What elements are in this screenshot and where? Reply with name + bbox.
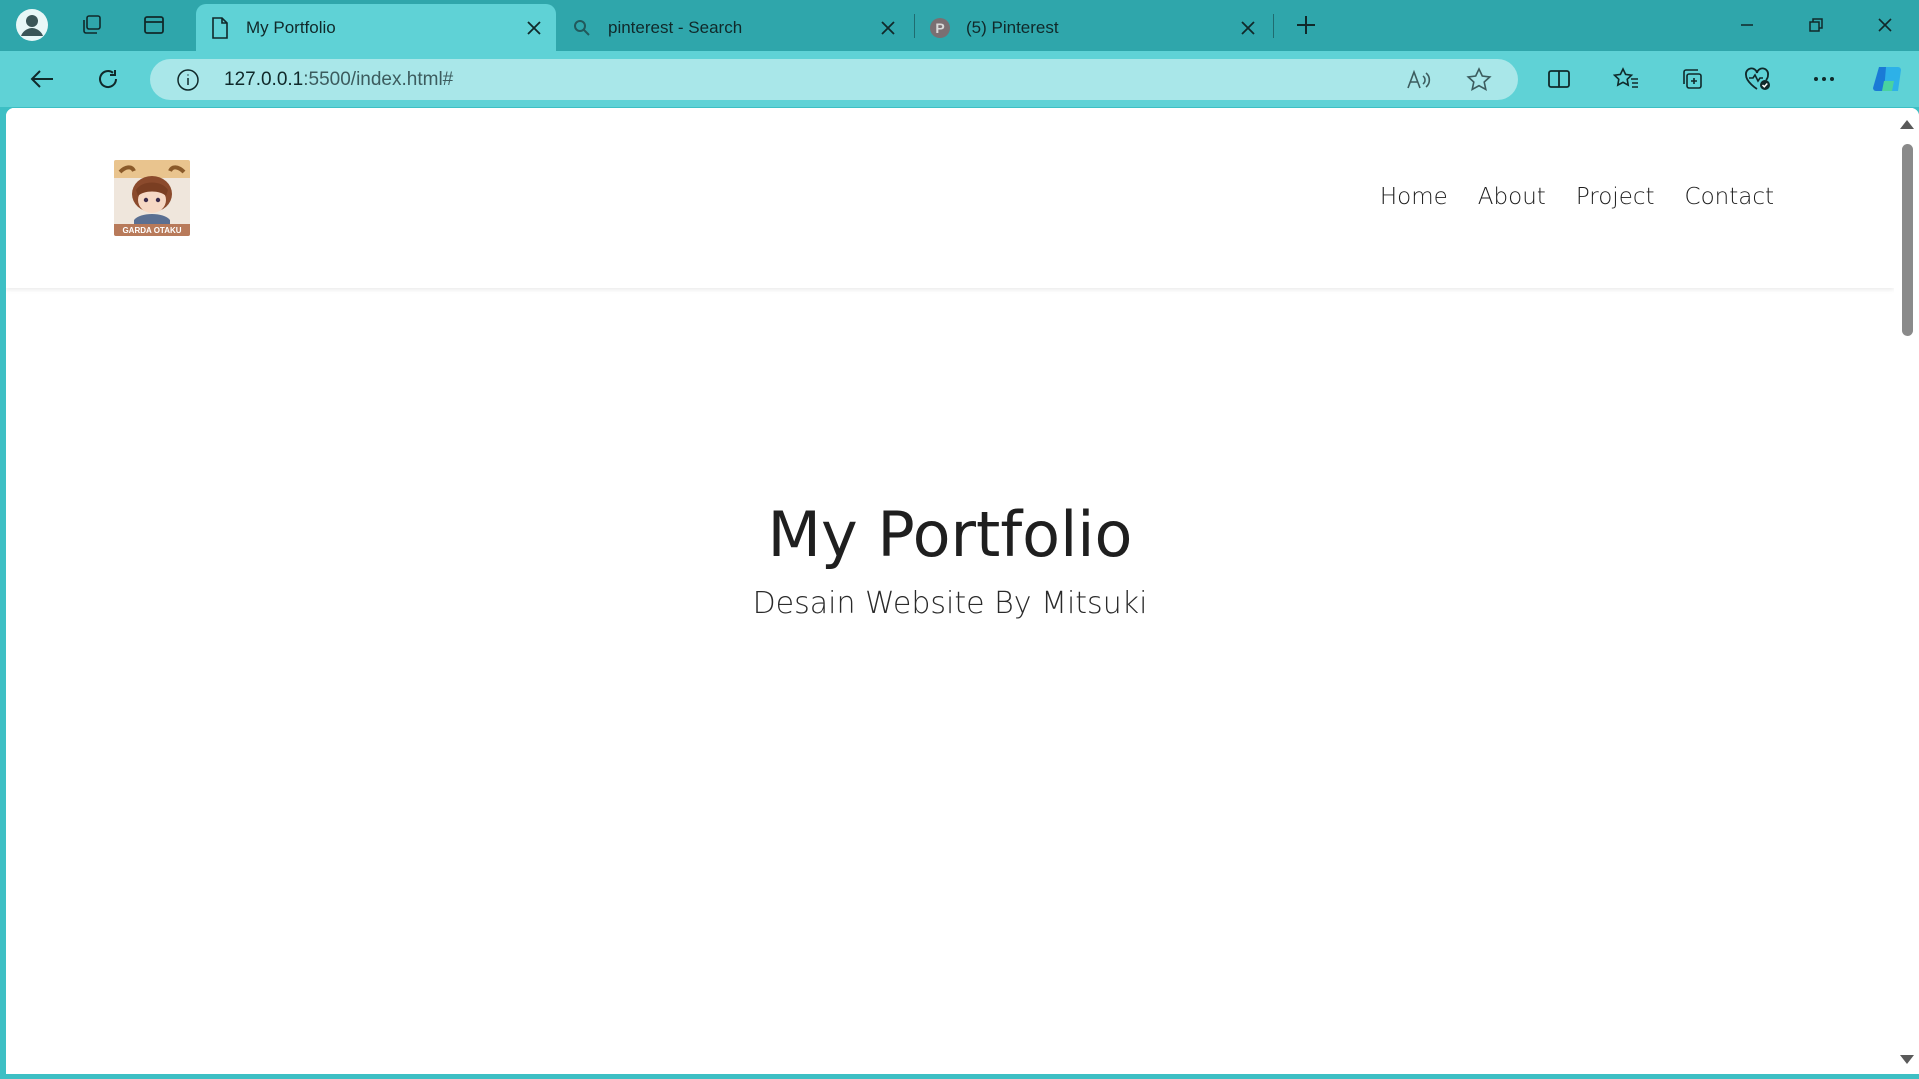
hero-subtitle: Desain Website By Mitsuki: [752, 586, 1148, 621]
scroll-down-arrow-icon[interactable]: [1900, 1055, 1914, 1064]
favorite-star-icon[interactable]: [1466, 67, 1492, 98]
split-screen-icon[interactable]: [1539, 59, 1579, 99]
tab-strip: My Portfolio pinterest - Search P (5) Pi…: [0, 0, 1919, 51]
read-aloud-icon[interactable]: [1406, 68, 1432, 97]
url-text[interactable]: 127.0.0.1:5500/index.html#: [224, 69, 453, 91]
nav-project[interactable]: Project: [1576, 184, 1655, 210]
address-bar[interactable]: 127.0.0.1:5500/index.html#: [150, 59, 1518, 100]
profile-icon[interactable]: [14, 8, 50, 42]
back-icon[interactable]: [22, 59, 62, 99]
workspaces-icon[interactable]: [74, 8, 110, 42]
svg-text:P: P: [935, 20, 944, 36]
new-tab-icon[interactable]: [1288, 8, 1324, 42]
url-path: :5500/index.html#: [303, 69, 454, 90]
site-header: GARDA OTAKU Home About Project Contact: [6, 108, 1894, 288]
copilot-icon[interactable]: [1868, 59, 1908, 99]
page-icon: [208, 16, 232, 40]
hero-title: My Portfolio: [767, 498, 1133, 571]
tab-pinterest-search[interactable]: pinterest - Search: [558, 4, 910, 51]
tab-title: My Portfolio: [246, 17, 336, 37]
tab-actions-icon[interactable]: [136, 8, 172, 42]
pinterest-icon: P: [928, 16, 952, 40]
page-viewport: GARDA OTAKU Home About Project Contact M…: [6, 108, 1919, 1074]
search-icon: [570, 16, 594, 40]
nav-home[interactable]: Home: [1380, 184, 1448, 210]
url-host: 127.0.0.1: [224, 69, 304, 90]
browser-toolbar: 127.0.0.1:5500/index.html#: [0, 51, 1919, 107]
collections-icon[interactable]: [1672, 59, 1712, 99]
site-info-icon[interactable]: [176, 68, 200, 97]
vertical-scrollbar[interactable]: [1894, 108, 1919, 1074]
restore-icon[interactable]: [1793, 8, 1839, 42]
tab-separator: [1273, 14, 1274, 38]
tab-title: pinterest - Search: [608, 17, 743, 37]
logo-text: GARDA OTAKU: [122, 226, 181, 235]
tab-pinterest[interactable]: P (5) Pinterest: [916, 4, 1270, 51]
nav-about[interactable]: About: [1478, 184, 1546, 210]
minimize-icon[interactable]: [1724, 8, 1770, 42]
browser-essentials-icon[interactable]: [1738, 59, 1778, 99]
scroll-thumb[interactable]: [1902, 144, 1913, 336]
tab-my-portfolio[interactable]: My Portfolio: [196, 4, 556, 51]
close-icon[interactable]: [1236, 16, 1260, 40]
close-icon[interactable]: [522, 16, 546, 40]
scroll-up-arrow-icon[interactable]: [1900, 120, 1914, 129]
nav-contact[interactable]: Contact: [1685, 184, 1774, 210]
favorites-icon[interactable]: [1606, 59, 1646, 99]
tab-title: (5) Pinterest: [966, 17, 1059, 37]
refresh-icon[interactable]: [88, 59, 128, 99]
close-window-icon[interactable]: [1862, 8, 1908, 42]
close-icon[interactable]: [876, 16, 900, 40]
more-options-icon[interactable]: [1804, 59, 1844, 99]
tab-separator: [914, 14, 915, 38]
site-logo[interactable]: GARDA OTAKU: [114, 160, 190, 236]
main-nav: Home About Project Contact: [1380, 184, 1774, 210]
